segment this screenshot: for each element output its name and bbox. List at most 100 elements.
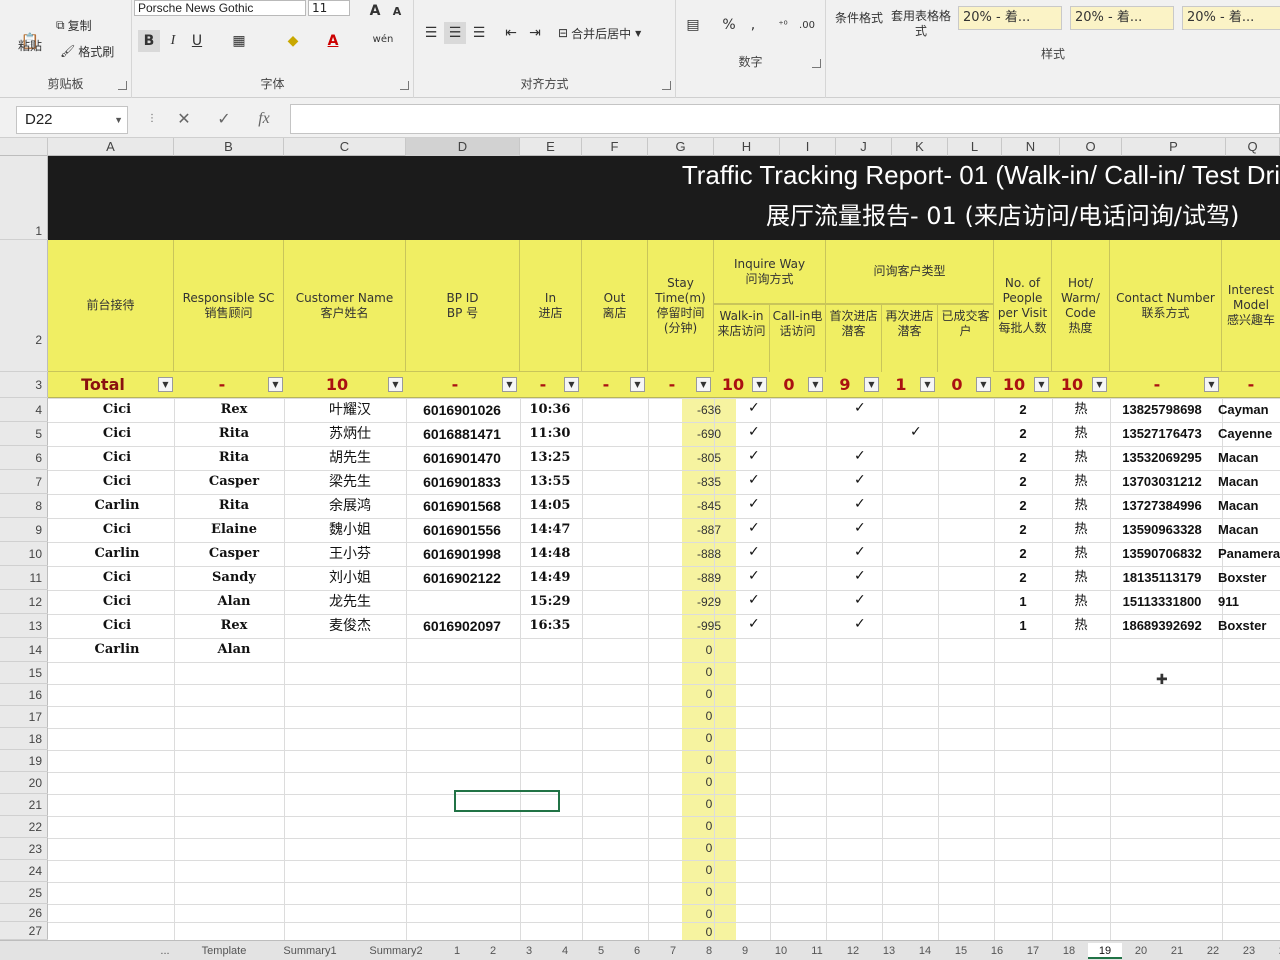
column-header[interactable]: D	[406, 138, 520, 156]
cell-people[interactable]: 1	[1008, 590, 1038, 614]
sheet-tab[interactable]: 13	[872, 943, 906, 959]
cell-bp[interactable]: 6016901568	[410, 494, 514, 518]
sheet-tab[interactable]: ...	[150, 943, 180, 959]
font-launcher-icon[interactable]	[400, 81, 409, 90]
cell-bp[interactable]: 6016901556	[410, 518, 514, 542]
cell-stay-time[interactable]: 0	[682, 860, 736, 880]
cell-sc[interactable]: Rex	[188, 614, 280, 638]
check-first-visit[interactable]: ✓	[854, 592, 866, 608]
cell-customer[interactable]: 刘小姐	[298, 566, 402, 590]
row-header[interactable]: 1	[0, 156, 48, 240]
align-center-icon[interactable]: ☰	[444, 22, 466, 44]
cell-customer[interactable]: 胡先生	[298, 446, 402, 470]
border-icon[interactable]: ▦	[228, 30, 250, 52]
align-right-icon[interactable]: ☰	[468, 22, 490, 44]
row-header[interactable]: 23	[0, 838, 48, 860]
cell-model[interactable]: Cayman	[1218, 398, 1280, 422]
check-walkin[interactable]: ✓	[748, 424, 760, 440]
column-header[interactable]: O	[1060, 138, 1122, 156]
cell-customer[interactable]: 梁先生	[298, 470, 402, 494]
cell-stay-time[interactable]: 0	[682, 750, 736, 770]
check-first-visit[interactable]: ✓	[854, 448, 866, 464]
filter-dropdown-icon[interactable]: ▼	[564, 377, 579, 392]
cell-hot[interactable]: 热	[1066, 590, 1096, 614]
column-header[interactable]: H	[714, 138, 780, 156]
filter-dropdown-icon[interactable]: ▼	[268, 377, 283, 392]
sheet-tab[interactable]: 24	[1268, 943, 1280, 959]
cell-stay-time[interactable]: -887	[682, 518, 736, 542]
cell-customer[interactable]: 苏炳仕	[298, 422, 402, 446]
cell-phone[interactable]: 13527176473	[1110, 422, 1214, 446]
row-header[interactable]: 6	[0, 446, 48, 470]
cell-reception[interactable]: Cici	[62, 518, 172, 542]
sheet-tab[interactable]: 8	[692, 943, 726, 959]
cell-stay-time[interactable]: 0	[682, 772, 736, 792]
sheet-tab[interactable]: Template	[182, 943, 266, 959]
sheet-tab[interactable]: 18	[1052, 943, 1086, 959]
check-first-visit[interactable]: ✓	[854, 400, 866, 416]
cell-stay-time[interactable]: -995	[682, 614, 736, 638]
row-header[interactable]: 20	[0, 772, 48, 794]
font-color-button[interactable]: A	[322, 30, 344, 52]
cell-bp[interactable]	[410, 590, 514, 614]
row-header[interactable]: 15	[0, 662, 48, 684]
column-header[interactable]: L	[948, 138, 1002, 156]
cell-in[interactable]: 14:49	[522, 566, 578, 590]
cell-in[interactable]: 13:55	[522, 470, 578, 494]
cell-phone[interactable]: 13590706832	[1110, 542, 1214, 566]
row-header[interactable]: 21	[0, 794, 48, 816]
filter-dropdown-icon[interactable]: ▼	[920, 377, 935, 392]
cell-hot[interactable]: 热	[1066, 422, 1096, 446]
cell-stay-time[interactable]: 0	[682, 794, 736, 814]
row-header[interactable]: 27	[0, 922, 48, 940]
cell-model[interactable]: Cayenne	[1218, 422, 1280, 446]
comma-button[interactable]: ,	[742, 14, 764, 36]
cell-in[interactable]	[522, 638, 578, 662]
row-header[interactable]: 19	[0, 750, 48, 772]
filter-dropdown-icon[interactable]: ▼	[1034, 377, 1049, 392]
sheet-tab[interactable]: 6	[620, 943, 654, 959]
row-header[interactable]: 10	[0, 542, 48, 566]
cell-reception[interactable]: Carlin	[62, 494, 172, 518]
cell-stay-time[interactable]: -690	[682, 422, 736, 446]
cell-in[interactable]: 10:36	[522, 398, 578, 422]
sheet-tab[interactable]: 11	[800, 943, 834, 959]
worksheet-grid[interactable]: Traffic Tracking Report- 01 (Walk-in/ Ca…	[48, 156, 1280, 940]
cell-phone[interactable]: 13703031212	[1110, 470, 1214, 494]
cell-in[interactable]: 14:47	[522, 518, 578, 542]
cell-sc[interactable]: Sandy	[188, 566, 280, 590]
filter-dropdown-icon[interactable]: ▼	[808, 377, 823, 392]
cell-bp[interactable]: 6016881471	[410, 422, 514, 446]
check-walkin[interactable]: ✓	[748, 496, 760, 512]
column-header[interactable]: I	[780, 138, 836, 156]
cell-stay-time[interactable]: 0	[682, 882, 736, 902]
cell-style-3[interactable]: 20% - 着...	[1182, 6, 1280, 30]
cell-stay-time[interactable]: -889	[682, 566, 736, 590]
sheet-tab[interactable]: 4	[548, 943, 582, 959]
cell-customer[interactable]: 麦俊杰	[298, 614, 402, 638]
column-header[interactable]: N	[1002, 138, 1060, 156]
cell-stay-time[interactable]: 0	[682, 816, 736, 836]
cell-customer[interactable]: 王小芬	[298, 542, 402, 566]
row-header[interactable]: 16	[0, 684, 48, 706]
row-header[interactable]: 22	[0, 816, 48, 838]
row-header[interactable]: 8	[0, 494, 48, 518]
cell-sc[interactable]: Elaine	[188, 518, 280, 542]
filter-dropdown-icon[interactable]: ▼	[630, 377, 645, 392]
column-header[interactable]: F	[582, 138, 648, 156]
sheet-tab[interactable]: Summary2	[354, 943, 438, 959]
cell-sc[interactable]: Alan	[188, 590, 280, 614]
sheet-tab[interactable]: 20	[1124, 943, 1158, 959]
increase-indent-icon[interactable]: ⇥	[524, 22, 546, 44]
column-header[interactable]: B	[174, 138, 284, 156]
cell-hot[interactable]: 热	[1066, 518, 1096, 542]
decrease-decimal-icon[interactable]: .00	[796, 14, 818, 36]
function-icon[interactable]: fx	[252, 107, 276, 131]
italic-button[interactable]: I	[162, 30, 184, 52]
filter-dropdown-icon[interactable]: ▼	[1204, 377, 1219, 392]
selected-cell-d22[interactable]	[454, 790, 560, 812]
row-header[interactable]: 9	[0, 518, 48, 542]
sheet-tab[interactable]: 14	[908, 943, 942, 959]
cancel-icon[interactable]: ✕	[172, 107, 196, 131]
cell-people[interactable]: 2	[1008, 470, 1038, 494]
